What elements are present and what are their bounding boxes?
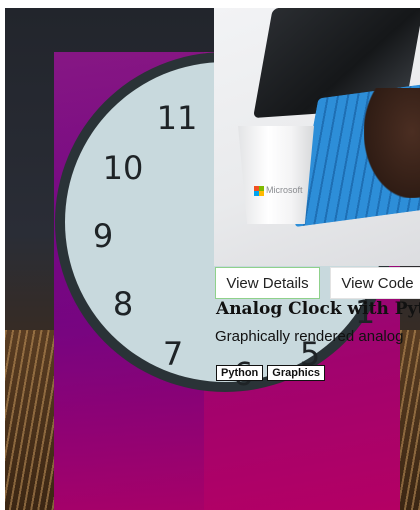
view-details-button[interactable]: View Details [215, 267, 320, 299]
clock-number-9: 9 [92, 217, 114, 255]
project-description: Graphically rendered analog [215, 328, 404, 345]
typing-hands [364, 88, 420, 198]
microsoft-logo-icon [254, 186, 264, 196]
coffee-cup [238, 126, 314, 224]
clock-number-7: 7 [162, 335, 184, 373]
view-code-button[interactable]: View Code [330, 267, 420, 299]
clock-number-10: 10 [102, 149, 144, 187]
projects-viewport: 11 10 9 8 7 6 5 1 Microsoft View Details… [0, 0, 420, 510]
clock-number-8: 8 [112, 285, 134, 323]
laptop-desk-image: Microsoft [214, 8, 420, 266]
cup-brand-text: Microsoft [266, 185, 303, 195]
tag-python[interactable]: Python [216, 365, 264, 381]
clock-number-11: 11 [156, 99, 198, 137]
tag-list: Python Graphics [216, 365, 325, 381]
tag-graphics[interactable]: Graphics [267, 365, 325, 381]
project-title: Analog Clock with Python [216, 299, 420, 319]
grass-image-right [400, 330, 420, 510]
